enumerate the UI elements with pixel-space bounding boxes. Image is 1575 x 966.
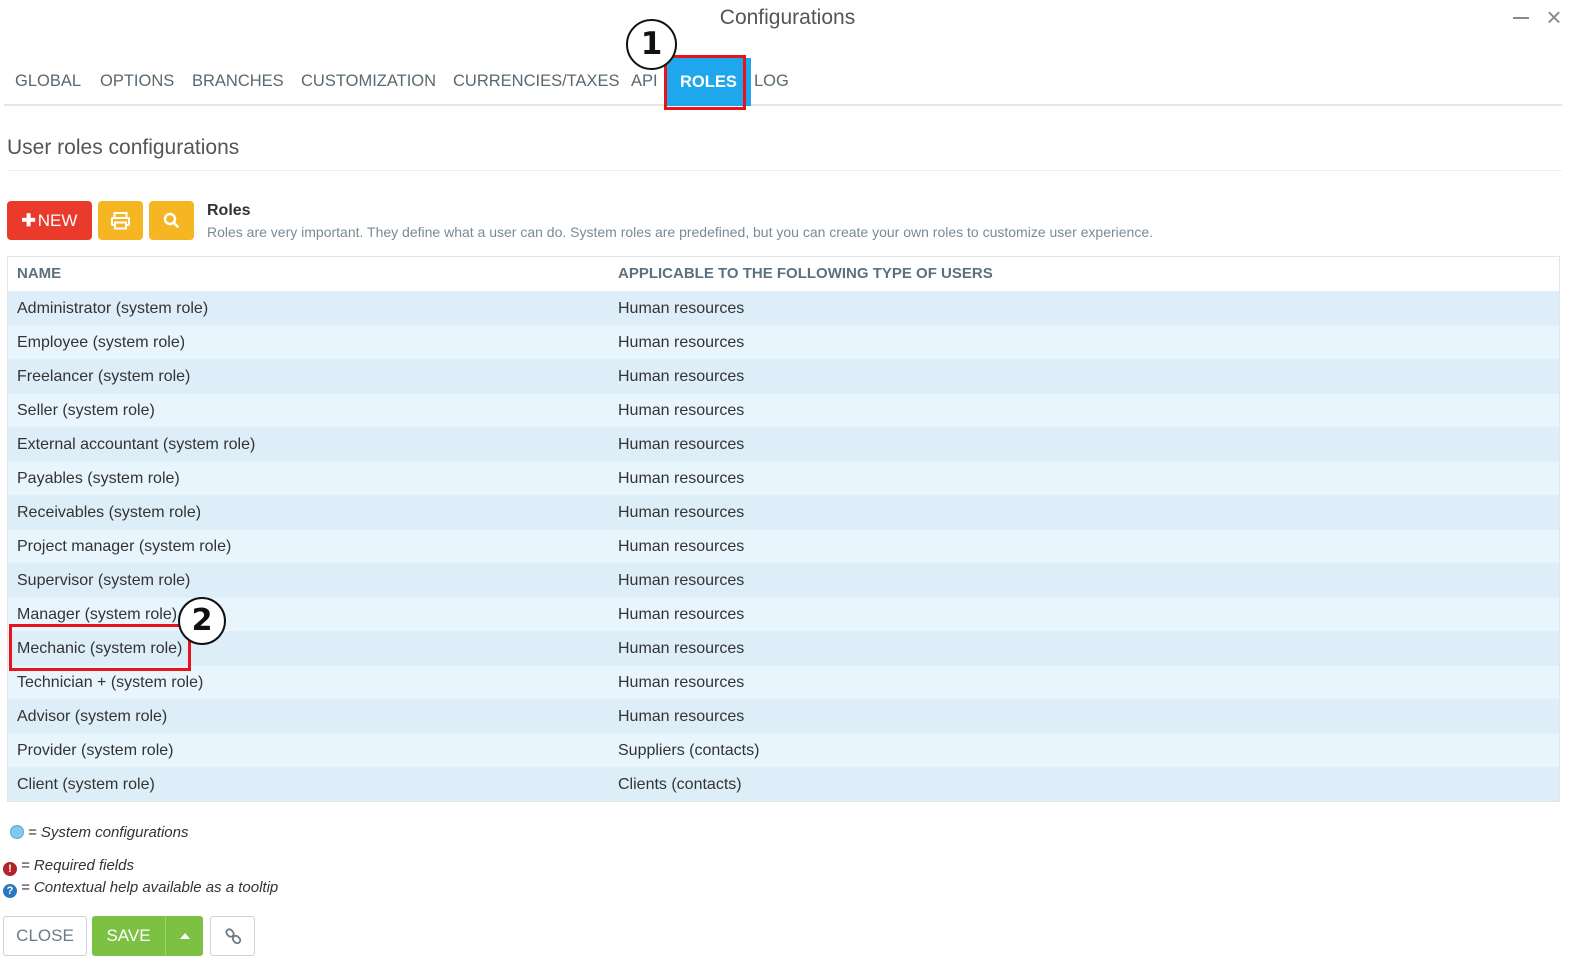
table-row[interactable]: Project manager (system role) Human resou… [8,529,1559,563]
annotation-highlight-mechanic-row [9,624,191,671]
plus-icon: ✚ [21,211,36,230]
table-row[interactable]: Administrator (system role) Human resourc… [8,291,1559,325]
role-applicable: Human resources [618,402,745,419]
table-row[interactable]: Technician + (system role) Human resource… [8,665,1559,699]
search-button[interactable] [149,201,194,240]
role-applicable: Human resources [618,470,745,487]
new-button-label: NEW [37,211,78,230]
table-row[interactable]: Provider (system role) Suppliers (contact… [8,733,1559,767]
roles-description: Roles are very important. They define wh… [207,224,1154,240]
table-row[interactable]: Employee (system role) Human resources [8,325,1559,359]
tab-options[interactable]: OPTIONS [100,68,174,94]
role-name: Employee (system role) [17,334,186,351]
table-row[interactable]: Freelancer (system role) Human resources [8,359,1559,393]
role-name: Client (system role) [17,776,155,793]
role-applicable: Human resources [618,436,745,453]
close-icon[interactable]: × [1544,4,1564,30]
table-row[interactable]: Advisor (system role) Human resources [8,699,1559,733]
column-header-name[interactable]: NAME [17,257,609,290]
search-icon [163,212,179,228]
role-name: Administrator (system role) [17,300,209,317]
system-config-icon [10,825,24,839]
tab-currencies-taxes[interactable]: CURRENCIES/TAXES [453,68,620,94]
tab-bar: GLOBAL OPTIONS BRANCHES CUSTOMIZATION CU… [4,58,1562,106]
column-header-applicable[interactable]: APPLICABLE TO THE FOLLOWING TYPE OF USER… [618,257,1498,290]
tab-customization[interactable]: CUSTOMIZATION [301,68,436,94]
role-applicable: Human resources [618,674,745,691]
link-button[interactable] [210,916,255,956]
table-header-row: NAME APPLICABLE TO THE FOLLOWING TYPE OF… [8,257,1559,291]
role-name: Advisor (system role) [17,708,168,725]
legend-required-text: = Required fields [21,857,134,874]
role-applicable: Human resources [618,708,745,725]
table-row[interactable]: External accountant (system role) Human r… [8,427,1559,461]
table-row[interactable]: Client (system role) Clients (contacts) [8,767,1559,801]
role-applicable: Human resources [618,334,745,351]
role-applicable: Human resources [618,606,745,623]
new-role-button[interactable]: ✚ NEW [7,201,92,240]
legend-system: = System configurations [10,824,189,841]
legend-help: ? = Contextual help available as a toolti… [3,879,278,898]
table-row[interactable]: Payables (system role) Human resources [8,461,1559,495]
role-name: Receivables (system role) [17,504,202,521]
role-name: Freelancer (system role) [17,368,191,385]
link-icon [225,928,242,945]
role-applicable: Human resources [618,300,745,317]
role-applicable: Human resources [618,504,745,521]
role-applicable: Human resources [618,640,745,657]
role-name: Seller (system role) [17,402,155,419]
role-name: Supervisor (system role) [17,572,191,589]
divider [7,170,1562,171]
tab-global[interactable]: GLOBAL [15,68,81,94]
minimize-icon[interactable] [1511,6,1531,26]
legend-required: ! = Required fields [3,857,134,876]
role-name: Project manager (system role) [17,538,232,555]
close-button[interactable]: CLOSE [3,916,87,956]
role-name: Payables (system role) [17,470,180,487]
table-row[interactable]: Mechanic (system role) Human resources [8,631,1559,665]
print-button[interactable] [98,201,143,240]
legend-system-text: = System configurations [28,824,189,841]
tab-api[interactable]: API [631,68,658,94]
required-icon: ! [3,862,17,876]
role-applicable: Human resources [618,572,745,589]
role-name: External accountant (system role) [17,436,256,453]
role-name: Provider (system role) [17,742,174,759]
table-row[interactable]: Receivables (system role) Human resources [8,495,1559,529]
role-applicable: Human resources [618,538,745,555]
role-applicable: Clients (contacts) [618,776,742,793]
save-button[interactable]: SAVE [92,916,165,956]
table-row[interactable]: Supervisor (system role) Human resources [8,563,1559,597]
roles-heading: Roles [207,202,251,219]
table-row[interactable]: Seller (system role) Human resources [8,393,1559,427]
legend-help-text: = Contextual help available as a tooltip [21,879,279,896]
annotation-highlight-roles-tab [664,55,746,110]
role-applicable: Human resources [618,368,745,385]
print-icon [111,212,130,230]
window-title: Configurations [719,6,856,29]
role-applicable: Suppliers (contacts) [618,742,760,759]
save-options-caret-button[interactable] [165,916,203,956]
roles-table: NAME APPLICABLE TO THE FOLLOWING TYPE OF… [7,256,1560,802]
tab-log[interactable]: LOG [754,68,789,94]
table-row[interactable]: Manager (system role) Human resources [8,597,1559,631]
annotation-badge-2: 2 [178,597,226,645]
page-title: User roles configurations [7,136,240,159]
tab-branches[interactable]: BRANCHES [192,68,284,94]
help-icon: ? [3,884,17,898]
annotation-badge-1: 1 [626,19,677,70]
